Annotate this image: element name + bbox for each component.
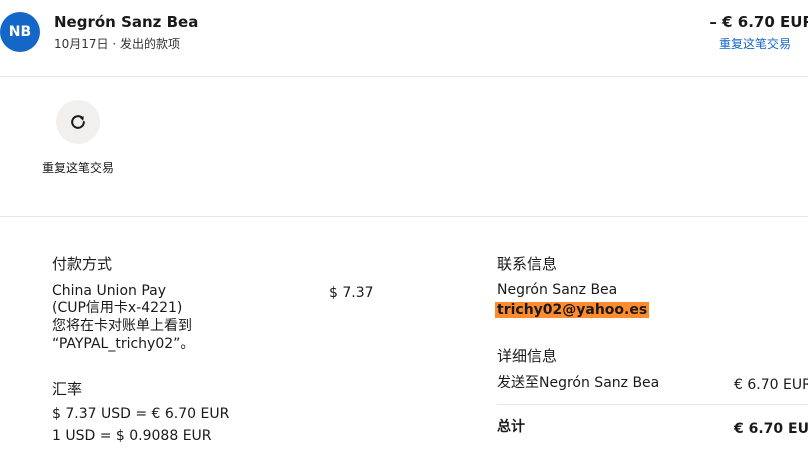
- total-amount: € 6.70 EUR: [734, 421, 808, 437]
- refresh-icon: [71, 115, 85, 129]
- contact-email[interactable]: trichy02@yahoo.es: [495, 302, 650, 318]
- transaction-amount: – € 6.70 EUR: [709, 13, 808, 31]
- transaction-subtitle: 10月17日 · 发出的款项: [54, 37, 180, 51]
- exchange-rate-line: 1 USD = $ 0.9088 EUR: [52, 428, 212, 444]
- contact-name: Negrón Sanz Bea: [497, 282, 618, 298]
- sent-to-amount: € 6.70 EUR: [734, 377, 808, 393]
- repeat-transaction-label: 重复这笔交易: [41, 161, 114, 175]
- payment-method-line: China Union Pay: [52, 283, 167, 299]
- actions-divider: [0, 216, 808, 217]
- payment-method-line: “PAYPAL_trichy02”。: [52, 336, 195, 352]
- details-heading: 详细信息: [497, 347, 558, 365]
- sent-to-label: 发送至Negrón Sanz Bea: [497, 375, 660, 391]
- header-divider: [0, 76, 808, 77]
- avatar: NB: [0, 12, 40, 52]
- repeat-transaction-button[interactable]: [56, 100, 100, 144]
- payment-method-line: 您将在卡对账单上看到: [52, 318, 192, 334]
- contact-heading: 联系信息: [497, 255, 558, 273]
- repeat-transaction-link[interactable]: 重复这笔交易: [719, 35, 791, 52]
- contact-email-text[interactable]: trichy02@yahoo.es: [495, 302, 650, 318]
- total-label: 总计: [497, 419, 525, 435]
- details-divider: [497, 404, 808, 405]
- exchange-rate-line: $ 7.37 USD = € 6.70 EUR: [52, 406, 230, 422]
- payment-method-heading: 付款方式: [52, 255, 113, 273]
- payment-method-line: (CUP信用卡x-4221): [52, 300, 183, 316]
- recipient-name: Negrón Sanz Bea: [54, 13, 199, 31]
- payment-amount: $ 7.37: [329, 285, 374, 301]
- exchange-rate-heading: 汇率: [52, 380, 83, 398]
